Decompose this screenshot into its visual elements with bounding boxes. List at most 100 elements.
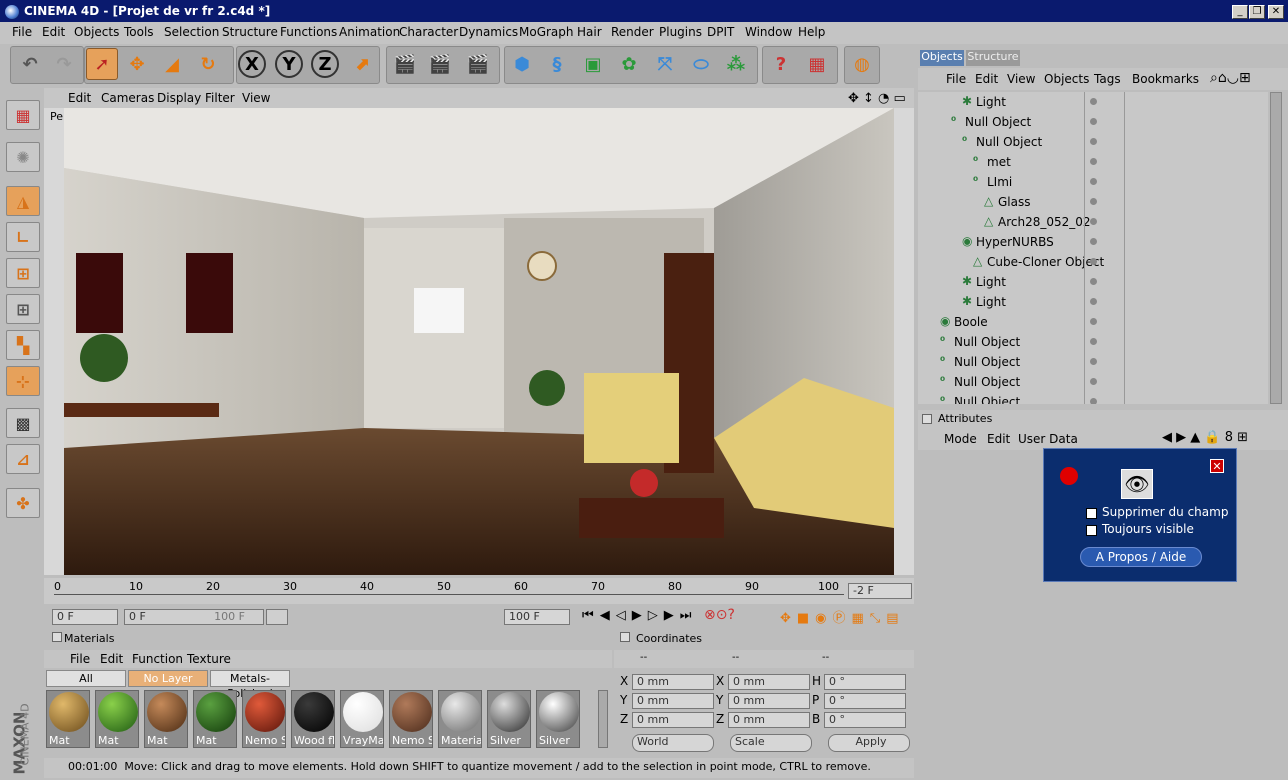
live-selection-icon[interactable]: ➚ [86, 48, 118, 80]
object-row[interactable]: ⁰ LImi [918, 172, 1268, 192]
vp-menu-filter[interactable]: Filter [205, 91, 235, 105]
end-frame-field[interactable]: 100 F [504, 609, 570, 625]
attributes-panel-checkbox[interactable] [922, 414, 932, 424]
attr-menu-user-data[interactable]: User Data [1018, 432, 1078, 446]
record-controls[interactable]: ⊗⊙? [704, 607, 735, 623]
move-tool-icon[interactable]: ✥ [121, 48, 153, 80]
animation-mode-icon[interactable]: ⊹ [6, 366, 40, 396]
obj-menu-tags[interactable]: Tags [1094, 72, 1121, 86]
material-swatch[interactable]: Mat [95, 690, 139, 748]
menu-dynamics[interactable]: Dynamics [459, 25, 518, 39]
visibility-dot[interactable] [1090, 258, 1097, 265]
playback-controls[interactable]: ⏮◀◁▶▷▶⏭ [582, 608, 697, 623]
texture-mode-icon[interactable]: ▩ [6, 408, 40, 438]
vp-menu-display[interactable]: Display [157, 91, 201, 105]
apply-button[interactable]: Apply [828, 734, 910, 752]
always-visible-checkbox[interactable] [1086, 525, 1097, 536]
material-swatch[interactable]: Mat [193, 690, 237, 748]
start-frame-field[interactable]: 0 F [52, 609, 118, 625]
render-picture-viewer-icon[interactable]: 🎬 [424, 48, 456, 80]
world-dropdown[interactable]: World [632, 734, 714, 752]
menu-render[interactable]: Render [611, 25, 654, 39]
vp-menu-cameras[interactable]: Cameras [101, 91, 154, 105]
object-axis-icon[interactable]: ∟ [6, 222, 40, 252]
attr-menu-mode[interactable]: Mode [944, 432, 977, 446]
object-tree-scrollbar[interactable] [1270, 92, 1282, 404]
range-start-slider[interactable]: 0 F 100 F [124, 609, 264, 625]
render-view-icon[interactable]: 🎬 [389, 48, 421, 80]
visibility-dot[interactable] [1090, 238, 1097, 245]
material-swatch[interactable]: Silver [487, 690, 531, 748]
keyframe-tools[interactable]: ✥■◉Ⓟ▦⤡▤ [780, 607, 904, 626]
material-swatch[interactable]: Nemo Sy [242, 690, 286, 748]
material-swatch[interactable]: Mat [46, 690, 90, 748]
visibility-dot[interactable] [1090, 358, 1097, 365]
menu-edit[interactable]: Edit [42, 25, 65, 39]
menu-animation[interactable]: Animation [339, 25, 400, 39]
coords-panel-checkbox[interactable] [620, 632, 630, 642]
obj-search-icon[interactable]: ⌕⌂◡⊞ [1210, 70, 1251, 86]
dialog-close-icon[interactable]: ✕ [1210, 459, 1224, 473]
deformer-icon[interactable]: ⤧ [649, 48, 681, 80]
object-row[interactable]: ✱ Light [918, 92, 1268, 112]
materials-panel-checkbox[interactable] [52, 632, 62, 642]
tab-no-layer[interactable]: No Layer [128, 670, 208, 687]
obj-menu-objects[interactable]: Objects [1044, 72, 1089, 86]
coord-value-field[interactable]: 0 mm [728, 693, 810, 709]
menu-mograph[interactable]: MoGraph [519, 25, 574, 39]
remove-from-field-checkbox[interactable] [1086, 508, 1097, 519]
vp-menu-edit[interactable]: Edit [68, 91, 91, 105]
menu-dpit[interactable]: DPIT [707, 25, 734, 39]
visibility-dot[interactable] [1090, 398, 1097, 404]
visibility-dot[interactable] [1090, 218, 1097, 225]
about-help-button[interactable]: A Propos / Aide [1080, 547, 1202, 567]
coord-value-field[interactable]: 0 mm [632, 693, 714, 709]
material-swatch[interactable]: VrayMate [340, 690, 384, 748]
material-swatch[interactable]: Material [438, 690, 482, 748]
material-swatch[interactable]: Wood flo [291, 690, 335, 748]
edges-mode-icon[interactable]: ⊞ [6, 294, 40, 324]
scene-object-icon[interactable]: ⬭ [685, 48, 717, 80]
menu-hair[interactable]: Hair [577, 25, 602, 39]
material-swatch[interactable]: Nemo Sy [389, 690, 433, 748]
rotate-tool-icon[interactable]: ↻ [192, 48, 224, 80]
layout-icon[interactable]: ▦ [801, 48, 833, 80]
nurbs-icon[interactable]: ▣ [577, 48, 609, 80]
3d-viewport[interactable] [64, 108, 894, 575]
obj-menu-bookmarks[interactable]: Bookmarks [1132, 72, 1199, 86]
sculpt-icon[interactable]: ✤ [6, 488, 40, 518]
tab-metals-polished[interactable]: Metals-Polished [210, 670, 290, 700]
object-row[interactable]: ⁰ Null Object [918, 372, 1268, 392]
object-row[interactable]: ✱ Light [918, 272, 1268, 292]
z-axis-lock-button[interactable]: Z [311, 50, 339, 78]
particle-icon[interactable]: ⁂ [720, 48, 752, 80]
timeline-ruler[interactable]: 0 10 20 30 40 50 60 70 80 90 100 -2 F [44, 578, 914, 604]
spline-icon[interactable]: § [541, 48, 573, 80]
points-mode-icon[interactable]: ⊞ [6, 258, 40, 288]
menu-file[interactable]: File [12, 25, 32, 39]
menu-structure[interactable]: Structure [222, 25, 278, 39]
obj-menu-edit[interactable]: Edit [975, 72, 998, 86]
coordinate-system-icon[interactable]: ⬈ [346, 48, 378, 80]
y-axis-lock-button[interactable]: Y [275, 50, 303, 78]
vp-menu-view[interactable]: View [242, 91, 270, 105]
menu-selection[interactable]: Selection [164, 25, 219, 39]
visibility-dot[interactable] [1090, 298, 1097, 305]
current-frame-field[interactable]: -2 F [848, 583, 912, 599]
web-icon[interactable]: ◍ [846, 48, 878, 80]
edit-object-icon[interactable]: ✺ [6, 142, 40, 172]
render-settings-icon[interactable]: 🎬 [462, 48, 494, 80]
x-axis-lock-button[interactable]: X [238, 50, 266, 78]
object-row[interactable]: △ Cube-Cloner Object [918, 252, 1268, 272]
coord-value-field[interactable]: 0 mm [632, 712, 714, 728]
visibility-dot[interactable] [1090, 198, 1097, 205]
cube-primitive-icon[interactable]: ⬢ [506, 48, 538, 80]
object-row[interactable]: ⁰ Null Object [918, 352, 1268, 372]
menu-plugins[interactable]: Plugins [659, 25, 702, 39]
tab-objects[interactable]: Objects [920, 50, 964, 66]
menu-objects[interactable]: Objects [74, 25, 119, 39]
obj-menu-view[interactable]: View [1007, 72, 1035, 86]
undo-icon[interactable]: ↶ [14, 48, 46, 80]
coord-value-field[interactable]: 0 mm [728, 674, 810, 690]
menu-window[interactable]: Window [745, 25, 792, 39]
